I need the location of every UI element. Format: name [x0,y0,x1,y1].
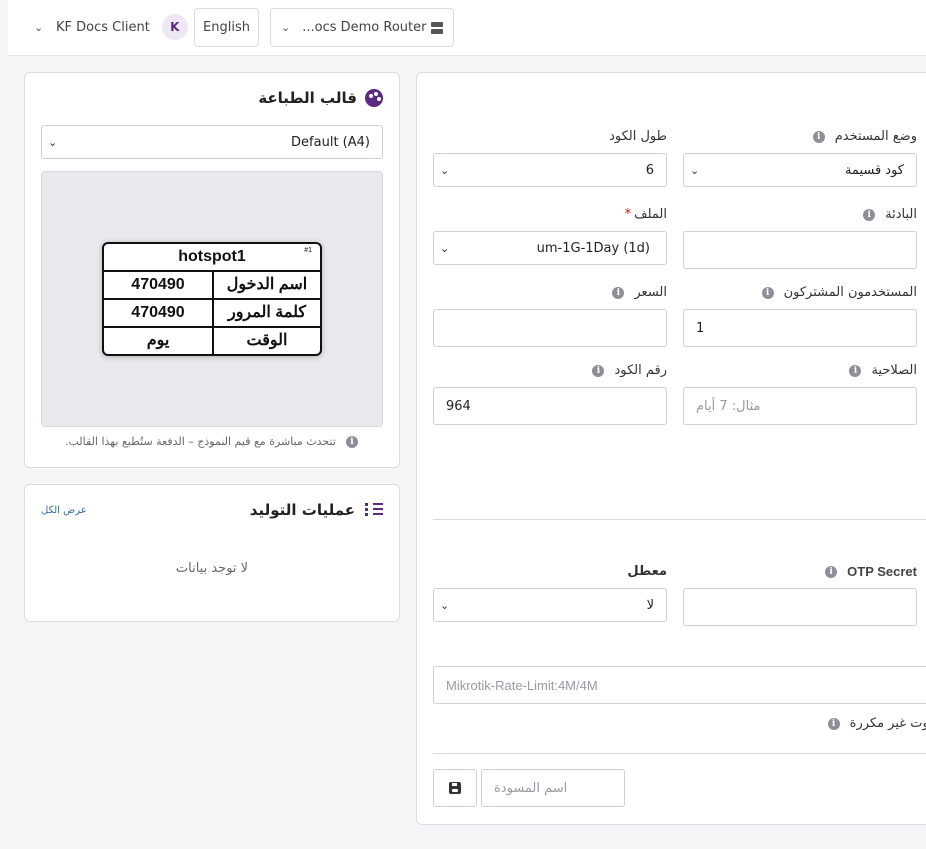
ticket-row: 470490 اسم الدخول [104,272,320,300]
ticket-row: يوم الوقت [104,328,320,354]
ticket-preview: hotspot1 #1 470490 اسم الدخول 470490 كلم… [41,171,383,427]
prefix-input[interactable] [683,231,917,269]
chevron-down-icon: ⌄ [440,598,450,612]
server-icon [431,21,443,34]
client-name: KF Docs Client [56,19,150,35]
profile-label: الملف * [624,207,667,222]
generation-card: عرض الكل عمليات التوليد لا توجد بيانات [24,484,400,622]
price-label: السعر i [612,285,667,300]
ticket-header: hotspot1 #1 [104,244,320,272]
chevron-down-icon: ⌄ [440,163,450,177]
prefix-label: البادئة i [863,207,917,222]
preview-note: i تتحدث مباشرة مع قيم النموذج – الدفعة س… [65,435,358,448]
section-divider [433,519,926,520]
chevron-down-icon: ⌄ [281,21,291,34]
chevron-down-icon: ⌄ [440,241,450,255]
chevron-down-icon: ⌄ [690,163,700,177]
ticket-row: 470490 كلمة المرور [104,300,320,328]
chevron-down-icon: ⌄ [34,20,44,34]
otp-secret-input[interactable] [683,588,917,626]
validity-input[interactable]: مثال: 7 أيام [683,387,917,425]
router-selector[interactable]: ⌄ ...ocs Demo Router [270,8,454,47]
info-icon: i [812,130,825,143]
draft-name-input[interactable]: اسم المسودة [481,769,625,807]
language-button[interactable]: English [194,8,259,47]
ticket-number: #1 [304,247,312,254]
info-icon: i [592,364,605,377]
print-template-card: قالب الطباعة ⌄ Default (A4) hotspot1 #1 … [24,72,400,468]
code-length-select[interactable]: ⌄ 6 [433,153,667,187]
view-all-link[interactable]: عرض الكل [41,505,87,516]
profile-select[interactable]: ⌄ um-1G-1Day (1d) [433,231,667,265]
disabled-select[interactable]: ⌄ لا [433,588,667,622]
rate-limit-input[interactable]: Mikrotik-Rate-Limit:4M/4M [433,666,926,704]
save-icon [449,782,461,794]
info-icon: i [863,208,876,221]
top-bar: ⌄ KF Docs Client K English ⌄ ...ocs Demo… [8,0,926,56]
router-name: ...ocs Demo Router [302,20,427,35]
chevron-down-icon: ⌄ [48,135,58,149]
disabled-label: معطل [627,564,667,579]
info-icon: i [345,435,358,448]
print-template-title: قالب الطباعة [258,89,357,107]
save-draft-button[interactable] [433,769,477,807]
code-number-label: رقم الكود i [592,363,667,378]
shared-users-label: المستخدمون المشتركون i [761,285,917,300]
info-icon: i [761,286,774,299]
palette-icon [365,89,383,107]
info-icon: i [827,717,840,730]
ticket: hotspot1 #1 470490 اسم الدخول 470490 كلم… [102,242,322,356]
code-number-input[interactable]: 964 [433,387,667,425]
client-switcher[interactable]: ⌄ KF Docs Client K [34,12,188,42]
validity-label: الصلاحية i [849,363,917,378]
user-mode-label: وضع المستخدم i [812,129,917,144]
shared-users-input[interactable]: 1 [683,309,917,347]
unique-routes-label: روت غير مكررة i [827,716,926,731]
info-icon: i [825,565,838,578]
empty-state: لا توجد بيانات [175,561,249,576]
info-icon: i [612,286,625,299]
info-icon: i [849,364,862,377]
generation-title: عمليات التوليد [249,501,355,519]
otp-secret-label: OTP Secret i [825,564,917,579]
task-list-icon [365,503,383,517]
avatar: K [161,14,188,40]
price-input[interactable] [433,309,667,347]
user-mode-select[interactable]: ⌄ كود قسيمة [683,153,917,187]
footer-divider [433,753,926,754]
voucher-form-card: وضع المستخدم i ⌄ كود قسيمة طول الكود ⌄ 6… [416,72,926,825]
template-select[interactable]: ⌄ Default (A4) [41,125,383,159]
code-length-label: طول الكود [609,129,667,144]
